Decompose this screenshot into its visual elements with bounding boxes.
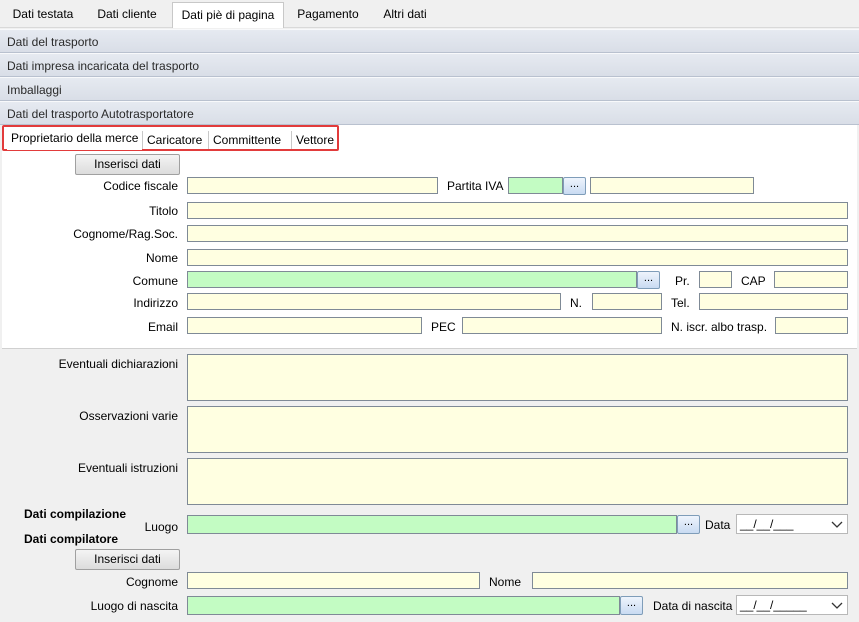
dichiarazioni-label: Eventuali dichiarazioni <box>58 357 178 371</box>
accordion-impresa-trasporto[interactable]: Dati impresa incaricata del trasporto <box>0 53 859 77</box>
albo-label: N. iscr. albo trasp. <box>671 320 768 334</box>
codice-fiscale-field[interactable] <box>187 177 438 194</box>
chevron-down-icon[interactable] <box>831 518 843 530</box>
tab-dati-testata[interactable]: Dati testata <box>6 2 80 27</box>
luogo-lookup-button[interactable]: ... <box>677 515 700 534</box>
tab-caricatore[interactable]: Caricatore <box>142 131 206 149</box>
chevron-down-icon[interactable] <box>831 599 843 611</box>
comune-label: Comune <box>132 274 178 288</box>
nome-field[interactable] <box>187 249 848 266</box>
osservazioni-textarea[interactable] <box>187 406 848 453</box>
compilatore-nome-label: Nome <box>489 575 522 589</box>
tab-dati-cliente[interactable]: Dati cliente <box>88 2 166 27</box>
luogo-nascita-label: Luogo di nascita <box>90 599 178 613</box>
numero-field[interactable] <box>592 293 662 310</box>
compilatore-insert-button[interactable]: Inserisci dati <box>75 549 180 570</box>
dichiarazioni-textarea[interactable] <box>187 354 848 401</box>
cap-label: CAP <box>741 274 766 288</box>
cognome-label: Cognome/Rag.Soc. <box>73 227 178 241</box>
compilatore-nome-field[interactable] <box>532 572 848 589</box>
insert-data-button[interactable]: Inserisci dati <box>75 154 180 175</box>
tel-field[interactable] <box>699 293 848 310</box>
albo-field[interactable] <box>775 317 848 334</box>
email-field[interactable] <box>187 317 422 334</box>
luogo-nascita-field[interactable] <box>187 596 620 615</box>
istruzioni-textarea[interactable] <box>187 458 848 505</box>
accordion-autotrasportatore[interactable]: Dati del trasporto Autotrasportatore <box>0 101 859 125</box>
tab-pagamento[interactable]: Pagamento <box>290 2 366 27</box>
data-nascita-date-picker[interactable]: __/__/_____ <box>736 595 848 615</box>
indirizzo-label: Indirizzo <box>133 296 178 310</box>
pec-label: PEC <box>431 320 456 334</box>
cap-field[interactable] <box>774 271 848 288</box>
tab-vettore[interactable]: Vettore <box>291 131 338 149</box>
partita-iva-label: Partita IVA <box>447 179 504 193</box>
email-label: Email <box>147 320 178 334</box>
luogo-nascita-lookup-button[interactable]: ... <box>620 596 643 615</box>
accordion-dati-trasporto[interactable]: Dati del trasporto <box>0 29 859 53</box>
top-tab-bar: Dati testata Dati cliente Dati piè di pa… <box>0 0 859 28</box>
luogo-field[interactable] <box>187 515 677 534</box>
tel-label: Tel. <box>671 296 690 310</box>
nome-label: Nome <box>145 251 178 265</box>
pec-field[interactable] <box>462 317 662 334</box>
provincia-label: Pr. <box>675 274 690 288</box>
data-nascita-value: __/__/_____ <box>740 598 807 612</box>
partita-iva-field[interactable] <box>590 177 754 194</box>
compilatore-cognome-field[interactable] <box>187 572 480 589</box>
inner-tab-bar: Proprietario della merce Caricatore Comm… <box>2 125 339 151</box>
data-date-picker[interactable]: __/__/___ <box>736 514 848 534</box>
indirizzo-field[interactable] <box>187 293 561 310</box>
osservazioni-label: Osservazioni varie <box>79 409 178 423</box>
codice-fiscale-label: Codice fiscale <box>103 179 178 193</box>
tab-proprietario-merce[interactable]: Proprietario della merce <box>7 129 143 150</box>
tab-committente[interactable]: Committente <box>208 131 285 149</box>
istruzioni-label: Eventuali istruzioni <box>77 461 178 475</box>
data-nascita-label: Data di nascita <box>653 599 733 613</box>
accordion-imballaggi[interactable]: Imballaggi <box>0 77 859 101</box>
titolo-field[interactable] <box>187 202 848 219</box>
tab-dati-pie-di-pagina[interactable]: Dati piè di pagina <box>172 2 284 28</box>
numero-label: N. <box>570 296 582 310</box>
comune-lookup-button[interactable]: ... <box>637 271 660 289</box>
provincia-field[interactable] <box>699 271 732 288</box>
cognome-field[interactable] <box>187 225 848 242</box>
compilatore-heading: Dati compilatore <box>24 532 119 546</box>
data-label: Data <box>705 518 731 532</box>
compilatore-cognome-label: Cognome <box>125 575 178 589</box>
comune-field[interactable] <box>187 271 637 288</box>
titolo-label: Titolo <box>149 204 178 218</box>
partita-iva-prefix-field[interactable] <box>508 177 563 194</box>
data-value: __/__/___ <box>740 517 794 531</box>
tab-altri-dati[interactable]: Altri dati <box>374 2 436 27</box>
partita-iva-lookup-button[interactable]: ... <box>563 177 586 195</box>
